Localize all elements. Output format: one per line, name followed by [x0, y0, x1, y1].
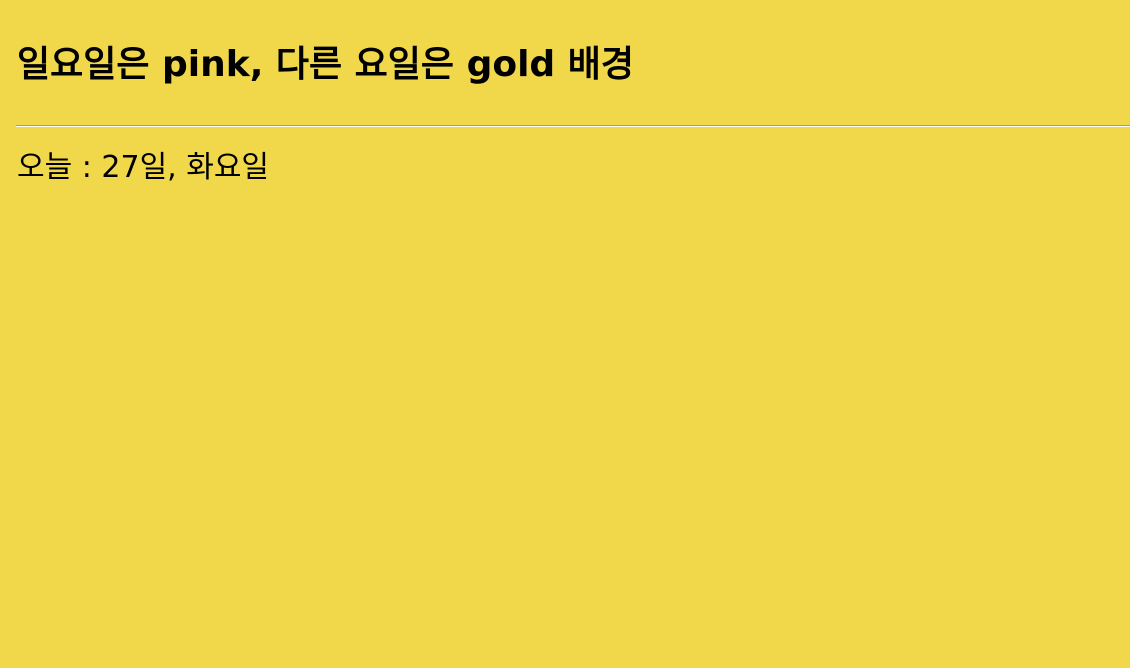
today-label: 오늘 — [17, 150, 73, 185]
label-separator: : — [72, 150, 102, 185]
date-value: 27일, 화요일 — [101, 150, 270, 185]
horizontal-divider — [16, 125, 1130, 127]
today-date-line: 오늘 : 27일, 화요일 — [17, 148, 269, 188]
page-title: 일요일은 pink, 다른 요일은 gold 배경 — [17, 44, 634, 85]
